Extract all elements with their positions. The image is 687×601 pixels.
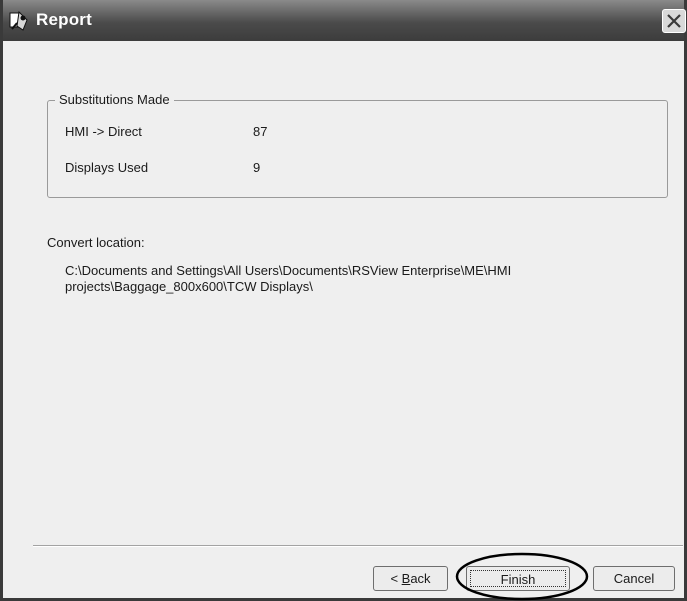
displays-used-label: Displays Used [65,160,149,175]
convert-location-label: Convert location: [47,235,145,250]
back-prefix: < [390,571,402,586]
window-title: Report [36,10,92,29]
finish-highlight-ellipse [455,552,589,601]
close-icon [667,14,681,28]
hmi-direct-value: 87 [253,124,268,139]
path-line-1: C:\Documents and Settings\All Users\Docu… [65,263,512,278]
back-label-rest: ack [410,571,431,586]
cancel-label: Cancel [613,571,655,586]
displays-used-value: 9 [253,160,261,175]
title-bar[interactable]: Report [3,0,686,41]
wizard-app-icon [9,10,31,32]
substitutions-legend: Substitutions Made [55,92,174,107]
close-button[interactable] [662,9,686,33]
substitutions-groupbox [47,100,668,198]
back-button[interactable]: < Back [373,566,448,591]
hmi-direct-label: HMI -> Direct [65,124,142,139]
cancel-button[interactable]: Cancel [593,566,675,591]
button-separator [33,545,683,547]
path-line-2: projects\Baggage_800x600\TCW Displays\ [65,279,313,294]
report-dialog: Report Substitutions Made HMI -> Direct … [0,0,687,601]
convert-location-path: C:\Documents and Settings\All Users\Docu… [65,263,625,295]
